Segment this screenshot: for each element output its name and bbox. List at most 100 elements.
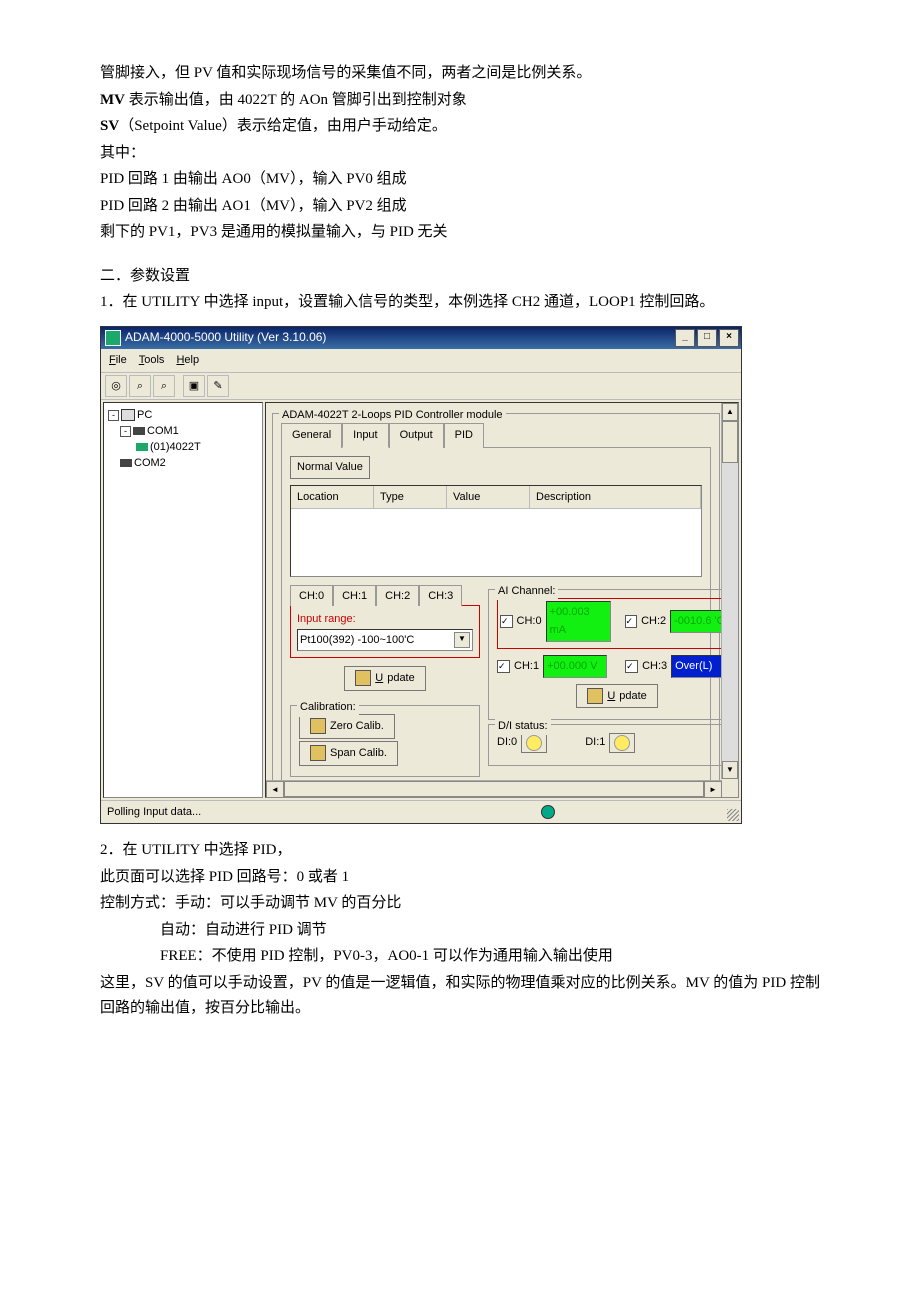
update-icon bbox=[587, 688, 603, 704]
tab-pid[interactable]: PID bbox=[444, 423, 484, 448]
update-icon bbox=[355, 670, 371, 686]
paragraph: 剩下的 PV1，PV3 是通用的模拟量输入，与 PID 无关 bbox=[100, 220, 820, 246]
content-pane: ADAM-4022T 2-Loops PID Controller module… bbox=[265, 402, 739, 798]
di0-label: DI:0 bbox=[497, 733, 517, 752]
tree-pane[interactable]: - PC - COM1 (01)4022T COM2 bbox=[103, 402, 263, 798]
sv-label: SV bbox=[100, 118, 119, 134]
text: （Setpoint Value）表示给定值，由用户手动给定。 bbox=[119, 118, 447, 134]
maximize-button[interactable]: □ bbox=[697, 329, 717, 347]
mv-label: MV bbox=[100, 92, 125, 108]
btn-label: Span Calib. bbox=[330, 744, 387, 763]
paragraph: 自动：自动进行 PID 调节 bbox=[100, 918, 820, 944]
ai-ch3-label: CH:3 bbox=[642, 657, 667, 676]
toolbar-search-next[interactable]: ⌕ bbox=[153, 375, 175, 397]
scroll-up-icon[interactable]: ▲ bbox=[722, 403, 738, 421]
app-window: ADAM-4000-5000 Utility (Ver 3.10.06) _ □… bbox=[100, 326, 742, 825]
close-button[interactable]: × bbox=[719, 329, 739, 347]
di1-label: DI:1 bbox=[585, 733, 605, 752]
di0-indicator bbox=[521, 733, 547, 753]
horizontal-scrollbar[interactable]: ◄ ► bbox=[266, 780, 722, 797]
calib-icon bbox=[310, 718, 326, 734]
port-icon bbox=[120, 459, 132, 467]
scroll-right-icon[interactable]: ► bbox=[704, 781, 722, 798]
scroll-left-icon[interactable]: ◄ bbox=[266, 781, 284, 798]
paragraph: 此页面可以选择 PID 回路号：0 或者 1 bbox=[100, 865, 820, 891]
paragraph: 1．在 UTILITY 中选择 input，设置输入信号的类型，本例选择 CH2… bbox=[100, 290, 820, 316]
vertical-scrollbar[interactable]: ▲ ▼ bbox=[721, 403, 738, 779]
di-status-title: D/I status: bbox=[495, 717, 551, 736]
checkbox-ch0[interactable] bbox=[500, 615, 513, 628]
collapse-icon[interactable]: - bbox=[108, 410, 119, 421]
checkbox-ch3[interactable] bbox=[625, 660, 638, 673]
tab-output[interactable]: Output bbox=[389, 423, 444, 448]
statusbar: Polling Input data... bbox=[101, 800, 741, 823]
checkbox-ch1[interactable] bbox=[497, 660, 510, 673]
titlebar: ADAM-4000-5000 Utility (Ver 3.10.06) _ □… bbox=[101, 327, 741, 349]
tab-general[interactable]: General bbox=[281, 423, 342, 448]
toolbar-button[interactable]: ✎ bbox=[207, 375, 229, 397]
ai-ch1-label: CH:1 bbox=[514, 657, 539, 676]
status-led-icon bbox=[541, 805, 555, 819]
window-title: ADAM-4000-5000 Utility (Ver 3.10.06) bbox=[125, 327, 673, 347]
chevron-down-icon[interactable]: ▼ bbox=[454, 632, 470, 648]
di-status-group: D/I status: DI:0 DI:1 bbox=[488, 724, 739, 766]
paragraph: PID 回路 1 由输出 AO0（MV），输入 PV0 组成 bbox=[100, 167, 820, 193]
ai-ch0-label: CH:0 bbox=[517, 612, 542, 631]
btn-label: Zero Calib. bbox=[330, 717, 384, 736]
bulb-icon bbox=[526, 735, 542, 751]
menu-tools[interactable]: Tools bbox=[139, 351, 165, 370]
toolbar-button[interactable]: ▣ bbox=[183, 375, 205, 397]
paragraph: 管脚接入，但 PV 值和实际现场信号的采集值不同，两者之间是比例关系。 bbox=[100, 61, 820, 87]
minimize-button[interactable]: _ bbox=[675, 329, 695, 347]
zero-calib-button[interactable]: Zero Calib. bbox=[299, 714, 395, 739]
module-icon bbox=[136, 443, 148, 451]
span-calib-button[interactable]: Span Calib. bbox=[299, 741, 398, 766]
paragraph: MV 表示输出值，由 4022T 的 AOn 管脚引出到控制对象 bbox=[100, 88, 820, 114]
ai-channel-group: AI Channel: CH:0 +00.003 mA bbox=[488, 589, 739, 720]
tab-ch1[interactable]: CH:1 bbox=[333, 585, 376, 607]
toolbar-search-prev[interactable]: ⌕ bbox=[129, 375, 151, 397]
input-range-label: Input range: bbox=[297, 610, 473, 629]
listview[interactable]: Location Type Value Description bbox=[290, 485, 702, 577]
tree-label: COM2 bbox=[134, 455, 166, 471]
paragraph: 其中： bbox=[100, 141, 820, 167]
status-text: Polling Input data... bbox=[107, 803, 201, 822]
port-icon bbox=[133, 427, 145, 435]
input-range-select[interactable]: Pt100(392) -100~100'C ▼ bbox=[297, 629, 473, 651]
resize-grip-icon[interactable] bbox=[727, 809, 739, 821]
collapse-icon[interactable]: - bbox=[120, 426, 131, 437]
pc-icon bbox=[121, 409, 135, 421]
ai-ch3-value: Over(L) bbox=[671, 655, 727, 678]
calibration-title: Calibration: bbox=[297, 698, 359, 717]
menu-file[interactable]: FFileile bbox=[109, 351, 127, 370]
update-button[interactable]: UUpdatepdate bbox=[344, 666, 425, 691]
tree-item-pc[interactable]: - PC bbox=[108, 407, 258, 423]
tab-ch2[interactable]: CH:2 bbox=[376, 585, 419, 607]
col-location[interactable]: Location bbox=[291, 486, 374, 509]
menu-help[interactable]: Help bbox=[176, 351, 199, 370]
normal-value-button[interactable]: Normal Value bbox=[290, 456, 370, 479]
toolbar: ◎ ⌕ ⌕ ▣ ✎ bbox=[101, 373, 741, 400]
di1-indicator bbox=[609, 733, 635, 753]
ai-ch2-label: CH:2 bbox=[641, 612, 666, 631]
paragraph: 控制方式：手动：可以手动调节 MV 的百分比 bbox=[100, 891, 820, 917]
col-value[interactable]: Value bbox=[447, 486, 530, 509]
checkbox-ch2[interactable] bbox=[625, 615, 638, 628]
tree-label: PC bbox=[137, 407, 152, 423]
text: 表示输出值，由 4022T 的 AOn 管脚引出到控制对象 bbox=[125, 92, 467, 108]
tree-item-module[interactable]: (01)4022T bbox=[136, 439, 258, 455]
tree-label: (01)4022T bbox=[150, 439, 201, 455]
tab-ch3[interactable]: CH:3 bbox=[419, 585, 462, 607]
col-description[interactable]: Description bbox=[530, 486, 701, 509]
tab-ch0[interactable]: CH:0 bbox=[290, 585, 333, 607]
tree-item-com1[interactable]: - COM1 bbox=[120, 423, 258, 439]
col-type[interactable]: Type bbox=[374, 486, 447, 509]
scroll-down-icon[interactable]: ▼ bbox=[722, 761, 738, 779]
ai-ch0-value: +00.003 mA bbox=[546, 601, 611, 642]
select-value: Pt100(392) -100~100'C bbox=[300, 631, 414, 650]
tab-input[interactable]: Input bbox=[342, 423, 388, 448]
tree-item-com2[interactable]: COM2 bbox=[120, 455, 258, 471]
toolbar-button[interactable]: ◎ bbox=[105, 375, 127, 397]
paragraph: FREE：不使用 PID 控制，PV0-3，AO0-1 可以作为通用输入输出使用 bbox=[100, 944, 820, 970]
update-button-2[interactable]: Update bbox=[576, 684, 657, 709]
